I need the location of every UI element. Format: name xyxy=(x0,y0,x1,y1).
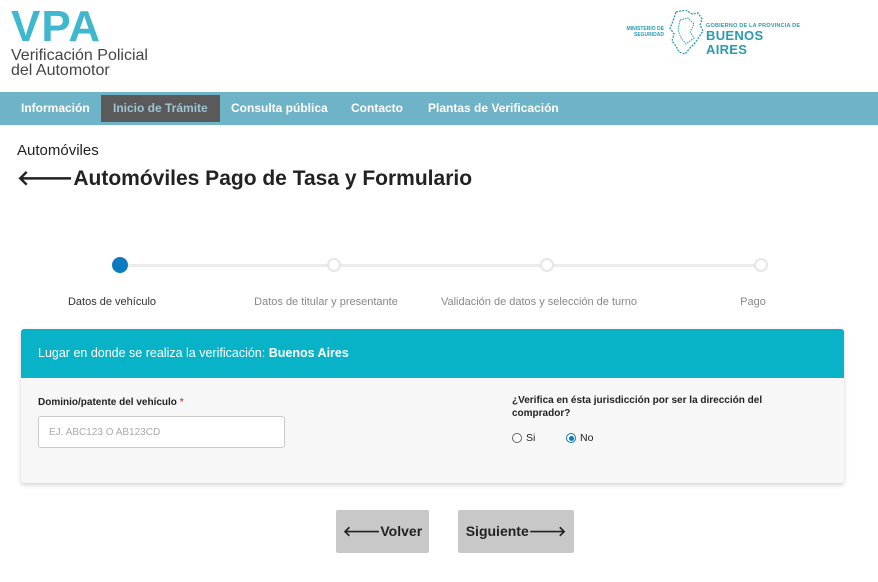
question-line-1: ¿Verifica en ésta jurisdicción por ser l… xyxy=(512,395,763,406)
verification-place-value: Buenos Aires xyxy=(268,346,349,360)
vpa-logo[interactable]: VPA Verificación Policial del Automotor xyxy=(11,2,148,79)
step-3-label: Validación de datos y selección de turno xyxy=(440,296,638,308)
step-1-label: Datos de vehículo xyxy=(67,296,157,308)
step-4-label: Pago xyxy=(740,296,766,308)
verification-place-label: Lugar en donde se realiza la verificació… xyxy=(38,346,269,360)
step-2-label: Datos de titular y presentante xyxy=(254,296,398,308)
radio-si[interactable] xyxy=(512,433,522,443)
province-name: GOBIERNO DE LA PROVINCIA DE BUENOS AIRES xyxy=(706,23,801,57)
logo-line-2: del Automotor xyxy=(11,62,110,79)
nav-plantas-de-verificacion[interactable]: Plantas de Verificación xyxy=(416,95,571,122)
radio-option-si[interactable]: Si xyxy=(512,432,535,444)
step-2-dot xyxy=(327,258,341,272)
required-mark: * xyxy=(179,397,184,408)
nav-contacto[interactable]: Contacto xyxy=(339,95,415,122)
step-1-dot xyxy=(112,257,128,273)
card-header: Lugar en donde se realiza la verificació… xyxy=(21,329,844,378)
radio-no-label: No xyxy=(580,432,594,444)
back-button[interactable]: 🡐Volver xyxy=(336,510,429,553)
page-title-text: Automóviles Pago de Tasa y Formulario xyxy=(73,167,473,190)
site-header: VPA Verificación Policial del Automotor … xyxy=(0,0,878,92)
radio-no[interactable] xyxy=(566,433,576,443)
step-4-dot xyxy=(754,258,768,272)
radio-option-no[interactable]: No xyxy=(566,432,593,444)
ministry-line-2: SEGURIDAD xyxy=(633,32,664,38)
page-title: 🡐Automóviles Pago de Tasa y Formulario xyxy=(17,166,472,191)
logo-line-1: Verificación Policial xyxy=(11,47,148,64)
main-nav: Información Inicio de Trámite Consulta p… xyxy=(0,92,878,125)
jurisdiction-question: ¿Verifica en ésta jurisdicción por ser l… xyxy=(512,394,762,420)
vehicle-form-card: Lugar en donde se realiza la verificació… xyxy=(21,329,844,483)
logo-title: VPA xyxy=(11,2,102,51)
nav-consulta-publica[interactable]: Consulta pública xyxy=(219,95,340,122)
back-arrow-icon[interactable]: 🡐 xyxy=(17,167,73,190)
next-button[interactable]: Siguiente🡒 xyxy=(458,510,574,553)
plate-field-label: Dominio/patente del vehículo * xyxy=(38,397,184,408)
nav-informacion[interactable]: Información xyxy=(9,95,102,122)
province-map-icon xyxy=(668,9,704,61)
plate-label-text: Dominio/patente del vehículo xyxy=(38,397,177,408)
plate-input[interactable] xyxy=(38,416,285,448)
radio-si-label: Si xyxy=(526,432,536,444)
stepper-track xyxy=(120,264,762,267)
government-logo: MINISTERIO DE SEGURIDAD GOBIERNO DE LA P… xyxy=(626,9,801,57)
step-3-dot xyxy=(540,258,554,272)
province-title: BUENOS AIRES xyxy=(706,28,764,57)
ministry-label: MINISTERIO DE SEGURIDAD xyxy=(626,26,664,38)
question-line-2: comprador? xyxy=(512,408,571,419)
breadcrumb: Automóviles xyxy=(17,142,99,159)
nav-inicio-de-tramite[interactable]: Inicio de Trámite xyxy=(101,95,220,122)
